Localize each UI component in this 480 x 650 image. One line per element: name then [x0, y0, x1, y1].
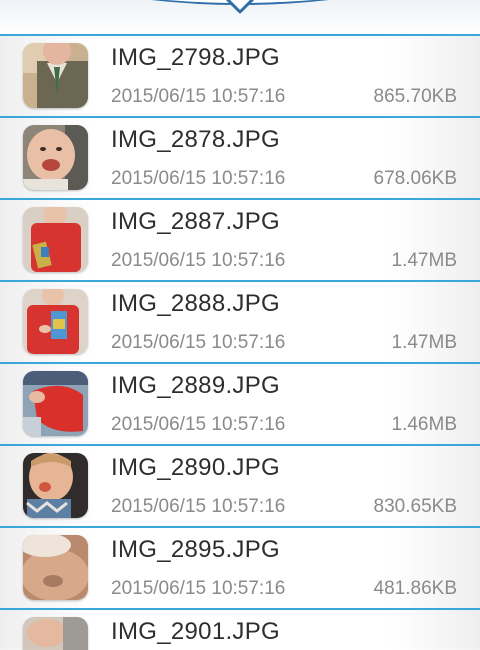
red-shirt-baby-thumbnail — [23, 289, 88, 354]
file-row[interactable]: IMG_2798.JPG 2015/06/15 10:57:16 865.70K… — [0, 34, 480, 116]
file-name: IMG_2887.JPG — [111, 208, 281, 235]
file-row[interactable]: IMG_2901.JPG — [0, 608, 480, 650]
file-row[interactable]: IMG_2895.JPG 2015/06/15 10:57:16 481.86K… — [0, 526, 480, 608]
red-shirt-baby-thumbnail — [23, 207, 88, 272]
file-row[interactable]: IMG_2890.JPG 2015/06/15 10:57:16 830.65K… — [0, 444, 480, 526]
file-name: IMG_2901.JPG — [111, 618, 281, 645]
smiling-baby-thumbnail — [23, 125, 88, 190]
file-row[interactable]: IMG_2878.JPG 2015/06/15 10:57:16 678.06K… — [0, 116, 480, 198]
crawling-baby-thumbnail — [23, 371, 88, 436]
pull-down-tab-icon[interactable] — [224, 0, 256, 16]
file-size: 481.86KB — [373, 578, 457, 599]
top-toolbar — [0, 0, 480, 34]
file-size: 1.47MB — [391, 250, 457, 271]
file-size: 1.47MB — [391, 332, 457, 353]
file-name: IMG_2798.JPG — [111, 44, 281, 71]
baby-eating-thumbnail — [23, 453, 88, 518]
file-date: 2015/06/15 10:57:16 — [111, 86, 286, 107]
file-size: 830.65KB — [373, 496, 457, 517]
file-date: 2015/06/15 10:57:16 — [111, 414, 286, 435]
file-date: 2015/06/15 10:57:16 — [111, 496, 286, 517]
file-row[interactable]: IMG_2889.JPG 2015/06/15 10:57:16 1.46MB — [0, 362, 480, 444]
file-date: 2015/06/15 10:57:16 — [111, 168, 286, 189]
file-name: IMG_2889.JPG — [111, 372, 281, 399]
file-name: IMG_2895.JPG — [111, 536, 281, 563]
file-row[interactable]: IMG_2887.JPG 2015/06/15 10:57:16 1.47MB — [0, 198, 480, 280]
file-row[interactable]: IMG_2888.JPG 2015/06/15 10:57:16 1.47MB — [0, 280, 480, 362]
suit-baby-thumbnail — [23, 43, 88, 108]
file-date: 2015/06/15 10:57:16 — [111, 250, 286, 271]
baby-thumbnail — [23, 617, 88, 650]
file-name: IMG_2890.JPG — [111, 454, 281, 481]
file-list: IMG_2798.JPG 2015/06/15 10:57:16 865.70K… — [0, 34, 480, 650]
file-size: 1.46MB — [391, 414, 457, 435]
blurry-closeup-thumbnail — [23, 535, 88, 600]
file-name: IMG_2878.JPG — [111, 126, 281, 153]
file-date: 2015/06/15 10:57:16 — [111, 578, 286, 599]
file-name: IMG_2888.JPG — [111, 290, 281, 317]
file-size: 678.06KB — [373, 168, 457, 189]
file-date: 2015/06/15 10:57:16 — [111, 332, 286, 353]
file-size: 865.70KB — [373, 86, 457, 107]
